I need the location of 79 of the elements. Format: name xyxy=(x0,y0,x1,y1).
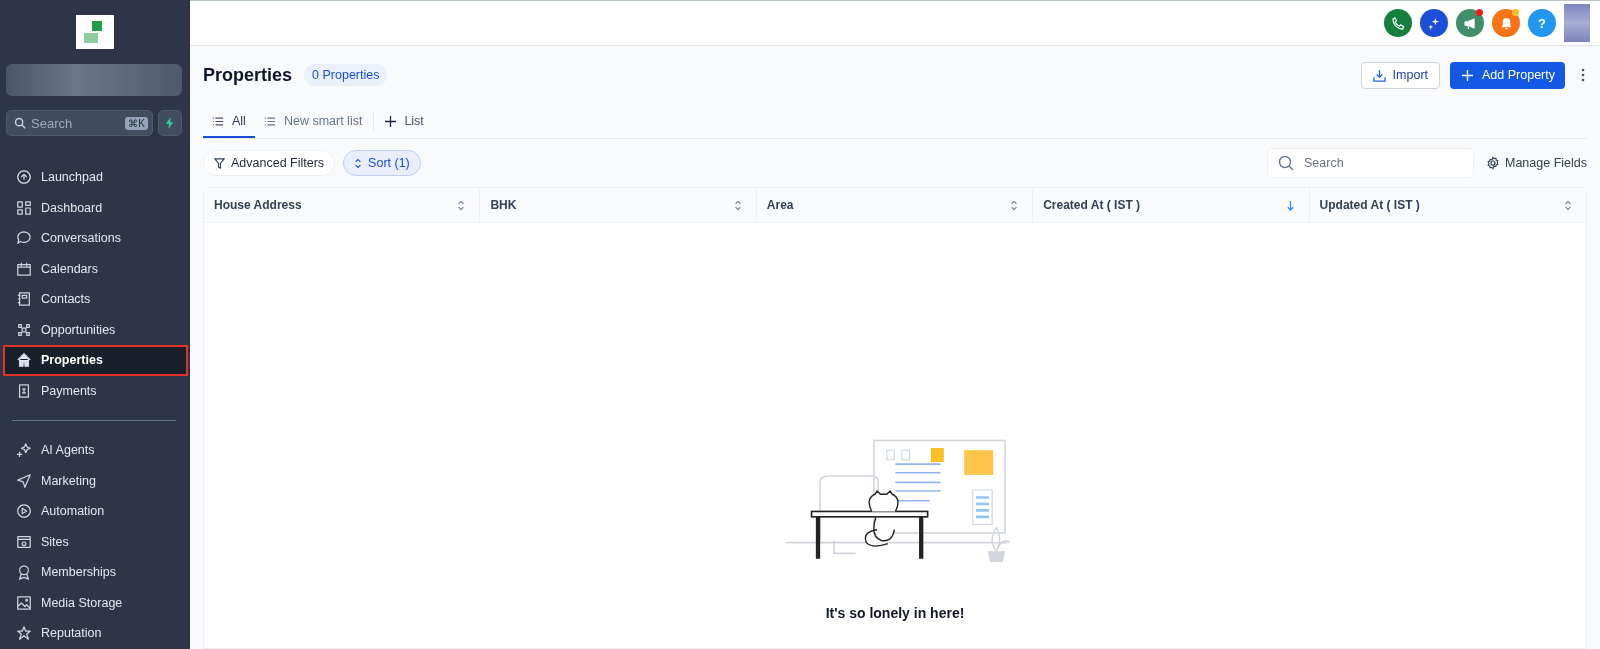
sort-icon xyxy=(354,157,363,169)
plus-icon xyxy=(1462,69,1474,81)
home-icon xyxy=(16,352,32,369)
add-list-button[interactable]: List xyxy=(376,106,433,138)
plus-icon xyxy=(385,115,397,127)
header-icon-button[interactable] xyxy=(1420,9,1448,37)
award-icon xyxy=(16,564,32,581)
phone-icon xyxy=(1391,16,1405,30)
account-switcher[interactable] xyxy=(6,64,182,96)
search-input[interactable]: Search xyxy=(31,111,121,135)
filter-icon xyxy=(214,157,225,169)
avatar[interactable] xyxy=(1564,4,1590,42)
manage-fields-button[interactable]: Manage Fields xyxy=(1482,156,1587,170)
search-field[interactable]: Search ⌘K xyxy=(6,110,153,136)
add-property-button[interactable]: Add Property xyxy=(1450,61,1565,89)
shortcut-key: ⌘K xyxy=(125,116,148,130)
column-header[interactable]: Created At ( IST ) xyxy=(1033,188,1310,222)
sidebar-item[interactable]: Memberships xyxy=(3,557,188,588)
sidebar-item[interactable]: Payments xyxy=(3,375,188,406)
network-icon xyxy=(16,321,32,338)
paper-plane-icon xyxy=(16,472,32,489)
sort-icon[interactable] xyxy=(1564,199,1572,211)
calendar-icon xyxy=(16,260,32,277)
sidebar-item[interactable]: Reputation xyxy=(3,618,188,649)
sort-icon[interactable] xyxy=(457,199,466,211)
sidebar-item[interactable]: Conversations xyxy=(3,223,188,254)
sidebar-item[interactable]: Calendars xyxy=(3,253,188,284)
sort-icon[interactable] xyxy=(1010,199,1019,211)
grid-icon xyxy=(16,199,32,216)
column-header[interactable]: House Address xyxy=(204,188,481,222)
page-title: Properties xyxy=(203,64,293,86)
web-page-icon xyxy=(16,533,32,550)
sparkle-icon xyxy=(1427,16,1441,30)
quick-action-button[interactable] xyxy=(158,110,182,136)
empty-state-title: It's so lonely in here! xyxy=(825,605,965,621)
sidebar-item[interactable]: Launchpad xyxy=(3,162,188,193)
list-icon xyxy=(212,115,224,127)
sidebar-item[interactable]: AI Agents xyxy=(3,435,188,466)
sort-icon[interactable] xyxy=(733,199,742,211)
list-icon xyxy=(263,115,276,127)
search-input[interactable]: Search xyxy=(1304,149,1463,177)
search-icon xyxy=(1278,155,1294,171)
sort-descending-icon[interactable] xyxy=(1285,199,1295,211)
count-badge: 0 Properties xyxy=(304,64,388,86)
header-icon-button[interactable] xyxy=(1456,9,1484,37)
more-options-icon[interactable] xyxy=(1581,68,1585,82)
sidebar-item[interactable]: Properties xyxy=(3,345,188,376)
lightning-icon xyxy=(165,117,175,129)
chat-bubble-icon xyxy=(16,230,32,247)
sidebar-item[interactable]: Contacts xyxy=(3,284,188,315)
advanced-filters-button[interactable]: Advanced Filters xyxy=(203,150,336,176)
search-icon xyxy=(14,117,26,129)
sidebar-item[interactable]: Media Storage xyxy=(3,587,188,618)
header-icon-button[interactable] xyxy=(1384,9,1412,37)
notification-dot xyxy=(1512,9,1519,16)
settings-icon xyxy=(1486,156,1500,170)
list-tab[interactable]: New smart list xyxy=(254,106,372,138)
sidebar-item[interactable]: Opportunities xyxy=(3,314,188,345)
header-icon-button[interactable] xyxy=(1492,9,1520,37)
contact-book-icon xyxy=(16,291,32,308)
sidebar-item[interactable]: Sites xyxy=(3,526,188,557)
column-header[interactable]: Updated At ( IST ) xyxy=(1309,188,1586,222)
image-icon xyxy=(16,594,32,611)
star-icon xyxy=(16,625,32,642)
sparkle-icon xyxy=(16,442,32,459)
bell-icon xyxy=(1499,16,1513,30)
import-button[interactable]: Import xyxy=(1360,61,1441,89)
column-header[interactable]: Area xyxy=(756,188,1034,222)
column-header[interactable]: BHK xyxy=(480,188,757,222)
sidebar-item[interactable]: Marketing xyxy=(3,465,188,496)
notification-dot xyxy=(1476,9,1483,16)
download-icon xyxy=(1372,68,1386,82)
sidebar-item[interactable]: Dashboard xyxy=(3,192,188,223)
search-field[interactable]: Search xyxy=(1267,148,1474,178)
sidebar-item[interactable]: Automation xyxy=(3,496,188,527)
sort-button[interactable]: Sort (1) xyxy=(343,150,421,176)
logo-icon xyxy=(76,15,114,49)
megaphone-icon xyxy=(1463,16,1477,30)
list-tab[interactable]: All xyxy=(203,106,255,138)
